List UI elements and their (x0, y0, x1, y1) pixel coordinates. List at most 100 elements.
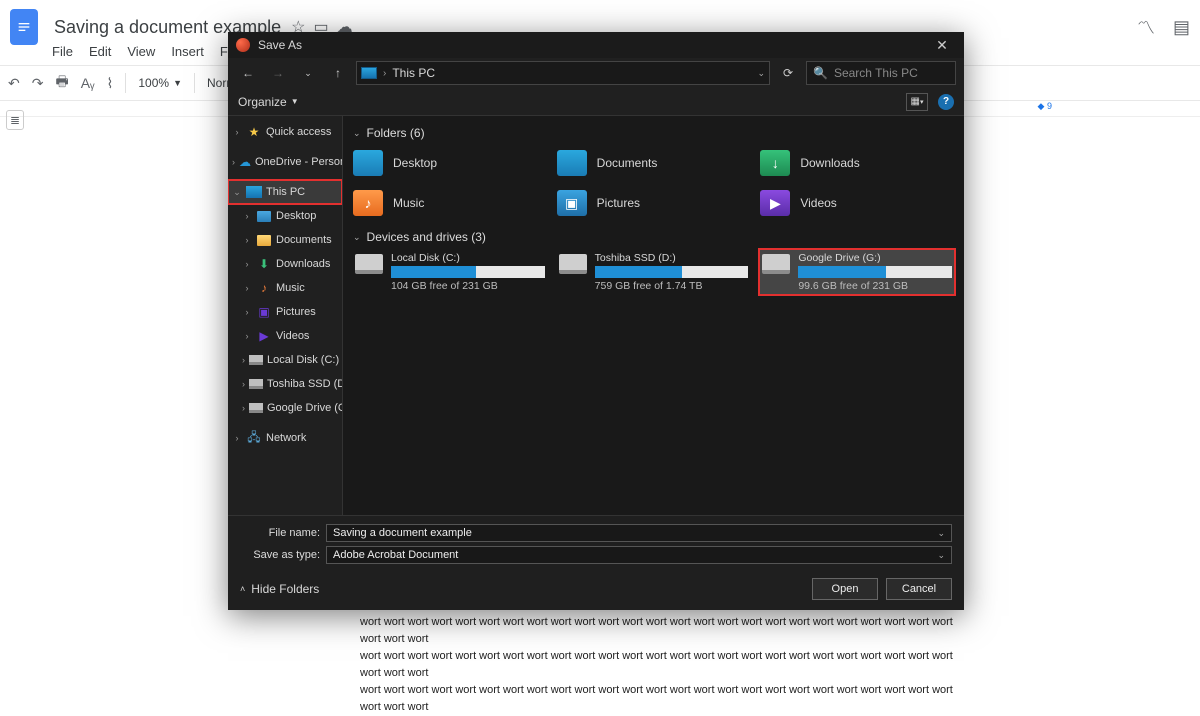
chevron-right-icon: › (383, 68, 386, 79)
dialog-footer: ˄ Hide Folders Open Cancel (228, 572, 964, 610)
drive-local-c[interactable]: Local Disk (C:) 104 GB free of 231 GB (353, 250, 547, 294)
app-icon (236, 38, 250, 52)
music-icon: ♪ (353, 190, 383, 216)
drive-icon (249, 379, 263, 389)
menu-view[interactable]: View (127, 44, 155, 59)
print-icon[interactable]: 🖶 (55, 71, 68, 95)
tree-local-disk-c[interactable]: ›Local Disk (C:) (228, 348, 342, 372)
folder-videos[interactable]: ▶Videos (760, 186, 954, 220)
paint-format-icon[interactable]: ⌇ (107, 75, 114, 92)
tree-videos[interactable]: ›▶Videos (228, 324, 342, 348)
filename-input[interactable]: Saving a document example⌄ (326, 524, 952, 542)
folder-desktop[interactable]: Desktop (353, 146, 547, 180)
tree-google-drive[interactable]: ›Google Drive (G:) (228, 396, 342, 420)
drive-icon (559, 254, 587, 274)
drive-name: Local Disk (C:) (391, 252, 545, 264)
folder-downloads[interactable]: ↓Downloads (760, 146, 954, 180)
drive-free-text: 759 GB free of 1.74 TB (595, 280, 749, 292)
tree-quick-access[interactable]: › ★ Quick access (228, 120, 342, 144)
chevron-down-icon: ⌄ (353, 128, 361, 139)
tree-network[interactable]: › 🖧 Network (228, 426, 342, 450)
tree-onedrive[interactable]: › ☁ OneDrive - Personal (228, 150, 342, 174)
tree-pictures[interactable]: ›▣Pictures (228, 300, 342, 324)
dialog-nav: ← → ⌄ ↑ › This PC ⌄ ⟳ 🔍 Search This PC (228, 58, 964, 88)
dialog-titlebar: Save As ✕ (228, 32, 964, 58)
address-bar[interactable]: › This PC ⌄ (356, 61, 770, 85)
folder-pictures[interactable]: ▣Pictures (557, 186, 751, 220)
download-icon: ↓ (760, 150, 790, 176)
open-button[interactable]: Open (812, 578, 878, 600)
tree-music[interactable]: ›♪Music (228, 276, 342, 300)
pc-icon (361, 67, 377, 79)
network-icon: 🖧 (246, 431, 262, 445)
view-options-button[interactable]: ▦ ▾ (906, 93, 928, 111)
menu-insert[interactable]: Insert (171, 44, 204, 59)
refresh-button[interactable]: ⟳ (776, 61, 800, 85)
drive-icon (249, 403, 263, 413)
help-icon[interactable]: ? (938, 94, 954, 110)
download-icon: ⬇ (256, 257, 272, 271)
menu-edit[interactable]: Edit (89, 44, 111, 59)
nav-up-icon[interactable]: ↑ (326, 61, 350, 85)
drive-toshiba-d[interactable]: Toshiba SSD (D:) 759 GB free of 1.74 TB (557, 250, 751, 294)
folder-icon (557, 150, 587, 176)
drive-google-g[interactable]: Google Drive (G:) 99.6 GB free of 231 GB (760, 250, 954, 294)
dialog-title: Save As (258, 38, 302, 52)
separator (125, 73, 126, 93)
undo-icon[interactable]: ↶ (8, 75, 20, 92)
drive-icon (762, 254, 790, 274)
nav-back-icon[interactable]: ← (236, 61, 260, 85)
drive-name: Google Drive (G:) (798, 252, 952, 264)
comments-icon[interactable]: ▤ (1173, 17, 1190, 38)
search-box[interactable]: 🔍 Search This PC (806, 61, 956, 85)
breadcrumb-thispc[interactable]: This PC (392, 66, 435, 80)
fields-panel: File name: Saving a document example⌄ Sa… (228, 515, 964, 572)
close-button[interactable]: ✕ (928, 37, 956, 54)
folders-group-header[interactable]: ⌄ Folders (6) (353, 126, 954, 140)
search-placeholder: Search This PC (834, 66, 918, 80)
menu-file[interactable]: File (52, 44, 73, 59)
gdocs-logo-icon[interactable] (10, 9, 38, 45)
nav-recent-icon[interactable]: ⌄ (296, 61, 320, 85)
tree-toshiba-ssd[interactable]: ›Toshiba SSD (D:) (228, 372, 342, 396)
drive-icon (249, 355, 263, 365)
chevron-right-icon[interactable]: › (232, 157, 235, 167)
videos-icon: ▶ (256, 329, 272, 343)
folder-icon (353, 150, 383, 176)
chevron-right-icon[interactable]: › (232, 127, 242, 137)
document-body-text: wort wort wort wort wort wort wort wort … (360, 614, 970, 716)
outline-icon[interactable]: ≣ (6, 110, 24, 130)
tree-downloads[interactable]: ›⬇Downloads (228, 252, 342, 276)
drive-free-text: 99.6 GB free of 231 GB (798, 280, 952, 292)
ruler-marker: ◆ 9 (1038, 101, 1052, 112)
cloud-icon: ☁ (239, 155, 251, 169)
chevron-down-icon: ⌄ (353, 232, 361, 243)
tree-this-pc[interactable]: ⌄ This PC (228, 180, 342, 204)
nav-forward-icon[interactable]: → (266, 61, 290, 85)
save-as-type-select[interactable]: Adobe Acrobat Document⌄ (326, 546, 952, 564)
main-panel: ⌄ Folders (6) Desktop Documents ↓Downloa… (343, 116, 964, 515)
chevron-right-icon[interactable]: › (232, 433, 242, 443)
dialog-toolbar: Organize▼ ▦ ▾ ? (228, 88, 964, 116)
tree-desktop[interactable]: ›Desktop (228, 204, 342, 228)
folder-music[interactable]: ♪Music (353, 186, 547, 220)
cancel-button[interactable]: Cancel (886, 578, 952, 600)
organize-button[interactable]: Organize▼ (238, 95, 299, 109)
hide-folders-button[interactable]: ˄ Hide Folders (240, 582, 319, 596)
dropdown-icon[interactable]: ⌄ (937, 528, 945, 539)
tree-documents[interactable]: ›Documents (228, 228, 342, 252)
dropdown-icon[interactable]: ⌄ (937, 550, 945, 561)
redo-icon[interactable]: ↷ (32, 75, 44, 92)
chevron-down-icon[interactable]: ⌄ (232, 187, 242, 198)
nav-tree: › ★ Quick access › ☁ OneDrive - Personal… (228, 116, 343, 515)
trend-icon[interactable]: 〽 (1137, 14, 1155, 40)
folder-documents[interactable]: Documents (557, 146, 751, 180)
zoom-select[interactable]: 100%▼ (138, 76, 182, 90)
drives-group-header[interactable]: ⌄ Devices and drives (3) (353, 230, 954, 244)
drive-name: Toshiba SSD (D:) (595, 252, 749, 264)
folder-icon (257, 235, 271, 246)
address-dropdown-icon[interactable]: ⌄ (757, 68, 765, 79)
drive-free-text: 104 GB free of 231 GB (391, 280, 545, 292)
spellcheck-icon[interactable]: Aᵧ (81, 75, 95, 91)
separator (194, 73, 195, 93)
